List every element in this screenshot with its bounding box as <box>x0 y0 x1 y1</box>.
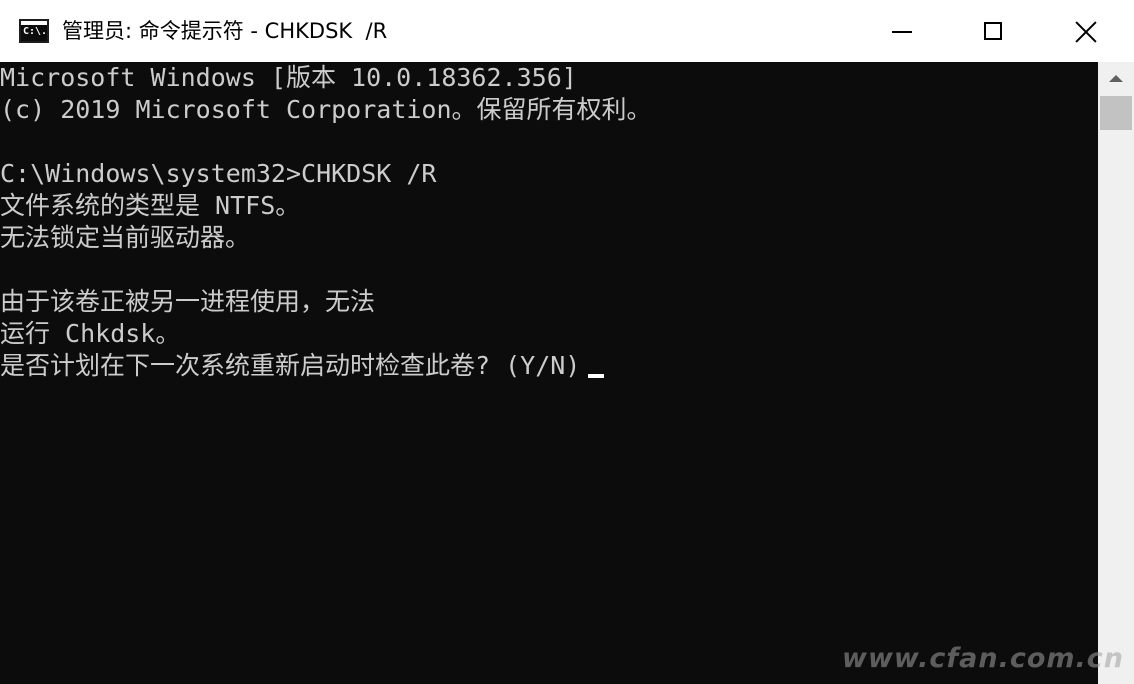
vertical-scrollbar[interactable] <box>1098 62 1134 684</box>
prompt-question: 是否计划在下一次系统重新启动时检查此卷? (Y/N) <box>0 351 581 380</box>
minimize-icon <box>892 31 912 33</box>
console-line: C:\Windows\system32>CHKDSK /R <box>0 159 437 188</box>
console-prompt-line[interactable]: 是否计划在下一次系统重新启动时检查此卷? (Y/N) <box>0 350 652 382</box>
command-prompt-window: C:\. 管理员: 命令提示符 - CHKDSK /R Microsoft Wi… <box>0 0 1134 684</box>
scroll-thumb[interactable] <box>1100 96 1132 130</box>
console-line: Microsoft Windows [版本 10.0.18362.356] <box>0 63 577 92</box>
icon-text: C:\. <box>23 26 48 37</box>
console-line: 运行 Chkdsk。 <box>0 319 181 348</box>
text-cursor <box>588 374 605 378</box>
maximize-button[interactable] <box>948 0 1040 62</box>
chevron-up-icon <box>1109 75 1123 82</box>
close-button[interactable] <box>1040 0 1132 62</box>
cmd-icon[interactable]: C:\. <box>19 19 49 43</box>
console-line: (c) 2019 Microsoft Corporation。保留所有权利。 <box>0 95 652 124</box>
console-line: 由于该卷正被另一进程使用，无法 <box>0 287 376 316</box>
console-line: 文件系统的类型是 NTFS。 <box>0 191 301 220</box>
console-line: 无法锁定当前驱动器。 <box>0 223 251 252</box>
maximize-icon <box>984 22 1002 40</box>
scroll-up-button[interactable] <box>1098 62 1134 94</box>
console-output[interactable]: Microsoft Windows [版本 10.0.18362.356] (c… <box>0 62 1098 684</box>
minimize-button[interactable] <box>857 0 949 62</box>
close-icon <box>1074 20 1098 44</box>
console-lines: Microsoft Windows [版本 10.0.18362.356] (c… <box>0 62 652 382</box>
title-bar[interactable]: C:\. 管理员: 命令提示符 - CHKDSK /R <box>0 0 1134 62</box>
watermark: www.cfan.com.cn <box>842 643 1124 674</box>
window-title: 管理员: 命令提示符 - CHKDSK /R <box>62 19 388 43</box>
